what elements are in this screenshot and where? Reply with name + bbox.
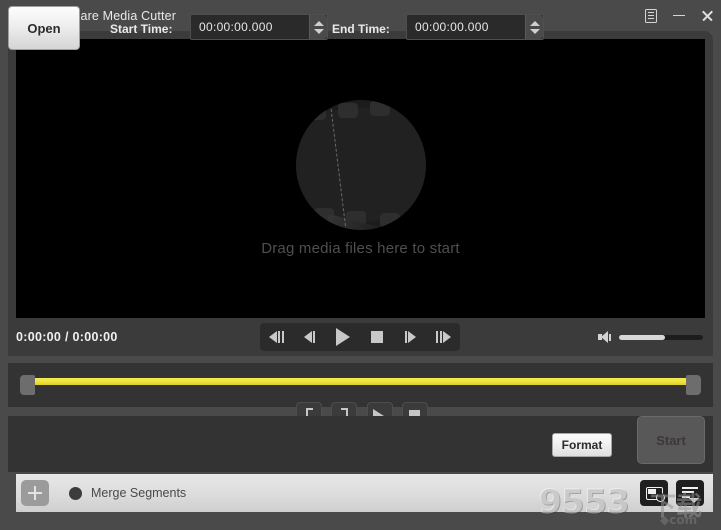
output-folder-icon	[645, 486, 665, 502]
stop-icon	[370, 331, 383, 343]
start-button[interactable]: Start	[637, 416, 705, 464]
trim-end-handle[interactable]	[686, 375, 701, 395]
timeline-area	[8, 363, 713, 407]
start-time-stepper[interactable]	[309, 15, 327, 39]
stop-button[interactable]	[364, 326, 390, 348]
skip-forward-frames-icon	[443, 331, 452, 343]
app-window: Joyoshare Media Cutter Drag media files …	[0, 0, 721, 530]
end-time-stepper[interactable]	[525, 15, 543, 39]
minimize-button[interactable]	[665, 0, 693, 31]
step-back-button[interactable]	[297, 326, 323, 348]
step-forward-icon	[407, 331, 416, 343]
add-segment-button[interactable]	[21, 480, 49, 506]
time-display: 0:00:00 / 0:00:00	[16, 330, 118, 344]
drop-hint-text: Drag media files here to start	[261, 240, 460, 257]
merge-segments-label: Merge Segments	[91, 486, 187, 500]
task-list-icon	[682, 486, 699, 503]
timeline-selection-bar[interactable]	[27, 378, 694, 385]
step-back-fast-button[interactable]	[264, 326, 290, 348]
volume-slider[interactable]	[619, 334, 703, 340]
end-time-value[interactable]: 00:00:00.000	[407, 20, 525, 34]
step-back-icon	[303, 331, 312, 343]
output-folder-button[interactable]	[640, 480, 668, 506]
start-time-label: Start Time:	[110, 22, 173, 36]
film-reel-icon	[295, 100, 426, 230]
watermark-com-text: ◆com	[660, 513, 698, 527]
minimize-icon	[673, 14, 685, 17]
close-button[interactable]	[693, 0, 721, 31]
step-forward-button[interactable]	[397, 326, 423, 348]
merge-bar-actions	[640, 480, 704, 506]
start-time-field[interactable]: 00:00:00.000	[190, 14, 328, 40]
start-time-value[interactable]: 00:00:00.000	[191, 20, 309, 34]
step-forward-fast-button[interactable]	[430, 326, 456, 348]
volume-control	[598, 318, 703, 356]
video-panel: Drag media files here to start	[8, 31, 713, 356]
end-time-label: End Time:	[332, 22, 390, 36]
play-icon	[336, 328, 351, 346]
merge-bar: Merge Segments	[16, 474, 713, 512]
window-controls	[637, 0, 721, 31]
speaker-icon[interactable]	[598, 330, 611, 344]
timeline-track[interactable]	[20, 375, 701, 395]
chevron-down-icon[interactable]	[529, 28, 540, 34]
format-button[interactable]: Format	[552, 433, 612, 457]
open-button[interactable]: Open	[8, 6, 80, 50]
merge-segments-toggle[interactable]	[69, 486, 82, 500]
play-button[interactable]	[330, 326, 356, 348]
playback-control-bar: 0:00:00 / 0:00:00	[8, 318, 713, 356]
close-icon	[701, 9, 714, 22]
task-list-button[interactable]	[676, 480, 704, 506]
trim-start-handle[interactable]	[20, 375, 35, 395]
menu-icon	[645, 8, 657, 23]
end-time-field[interactable]: 00:00:00.000	[406, 14, 544, 40]
video-stage[interactable]: Drag media files here to start	[16, 39, 705, 318]
skip-back-frames-icon	[268, 331, 277, 343]
chevron-up-icon[interactable]	[313, 20, 324, 26]
volume-slider-fill	[619, 334, 666, 340]
chevron-down-icon[interactable]	[313, 28, 324, 34]
menu-button[interactable]	[637, 0, 665, 31]
transport-controls	[260, 323, 460, 351]
drop-zone[interactable]: Drag media files here to start	[16, 39, 705, 318]
chevron-up-icon[interactable]	[529, 20, 540, 26]
